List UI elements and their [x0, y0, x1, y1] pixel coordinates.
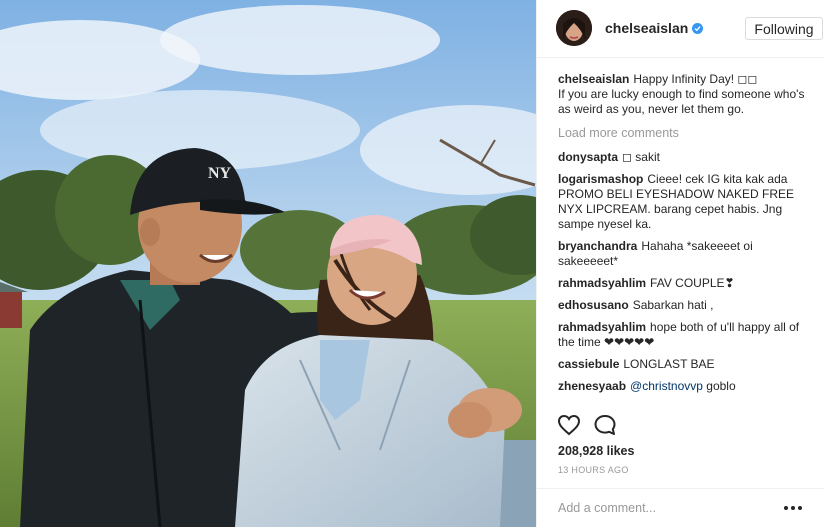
comments-list: chelseaislan Happy Infinity Day! ◻◻ If yo… [558, 72, 816, 401]
comment-text: LONGLAST BAE [623, 357, 715, 371]
comment-username[interactable]: zhenesyaab [558, 379, 626, 393]
likes-count[interactable]: 208,928 likes [558, 444, 634, 458]
comment-text: goblo [706, 379, 736, 393]
comment-item: cassiebule LONGLAST BAE [558, 357, 816, 372]
add-comment-bar [537, 488, 824, 527]
comment-text: FAV COUPLE❣ [650, 276, 735, 290]
comment-username[interactable]: rahmadsyahlim [558, 276, 646, 290]
load-more-comments-link[interactable]: Load more comments [558, 126, 816, 141]
comment-username[interactable]: rahmadsyahlim [558, 320, 646, 334]
post-actions [537, 402, 824, 472]
comment-username[interactable]: edhosusano [558, 298, 629, 312]
add-comment-input[interactable] [558, 497, 773, 519]
comment-item: edhosusano Sabarkan hati , [558, 298, 816, 313]
comment-item: donysapta ◻ sakit [558, 150, 816, 165]
comment-username[interactable]: logarismashop [558, 172, 643, 186]
comment-mention-link[interactable]: @christnovvp [630, 379, 703, 393]
post-author-username[interactable]: chelseaislan [605, 20, 688, 36]
comment-item: rahmadsyahlim hope both of u'll happy all… [558, 320, 816, 350]
comment-text: ◻ sakit [622, 150, 660, 164]
caption-username[interactable]: chelseaislan [558, 72, 629, 86]
verified-badge-icon [692, 23, 704, 34]
comment-username[interactable]: donysapta [558, 150, 618, 164]
post-details-panel: chelseaislan Following chelseaislan Happy… [536, 0, 824, 527]
heart-icon[interactable] [557, 414, 581, 441]
comment-item: zhenesyaab @christnovvp goblo [558, 379, 816, 394]
post-author[interactable]: chelseaislan [605, 20, 704, 36]
following-button[interactable]: Following [745, 17, 823, 40]
speech-bubble-icon[interactable] [593, 414, 617, 441]
comment-text: Sabarkan hati , [632, 298, 714, 312]
post-header: chelseaislan Following [537, 0, 824, 58]
comment-username[interactable]: cassiebule [558, 357, 619, 371]
comment-username[interactable]: bryanchandra [558, 239, 637, 253]
post-photo[interactable]: NY [0, 0, 536, 527]
comment-item: rahmadsyahlim FAV COUPLE❣ [558, 276, 816, 291]
svg-text:NY: NY [208, 165, 232, 182]
caption: chelseaislan Happy Infinity Day! ◻◻ If yo… [558, 72, 816, 117]
comment-item: logarismashop Cieee! cek IG kita kak ada … [558, 172, 816, 232]
post-timestamp[interactable]: 13 HOURS AGO [558, 465, 629, 475]
more-options-icon[interactable] [783, 501, 803, 520]
comment-item: bryanchandra Hahaha *sakeeeet oi sakeeeee… [558, 239, 816, 269]
couple-photo-illustration: NY [0, 0, 536, 527]
avatar[interactable] [556, 10, 592, 46]
